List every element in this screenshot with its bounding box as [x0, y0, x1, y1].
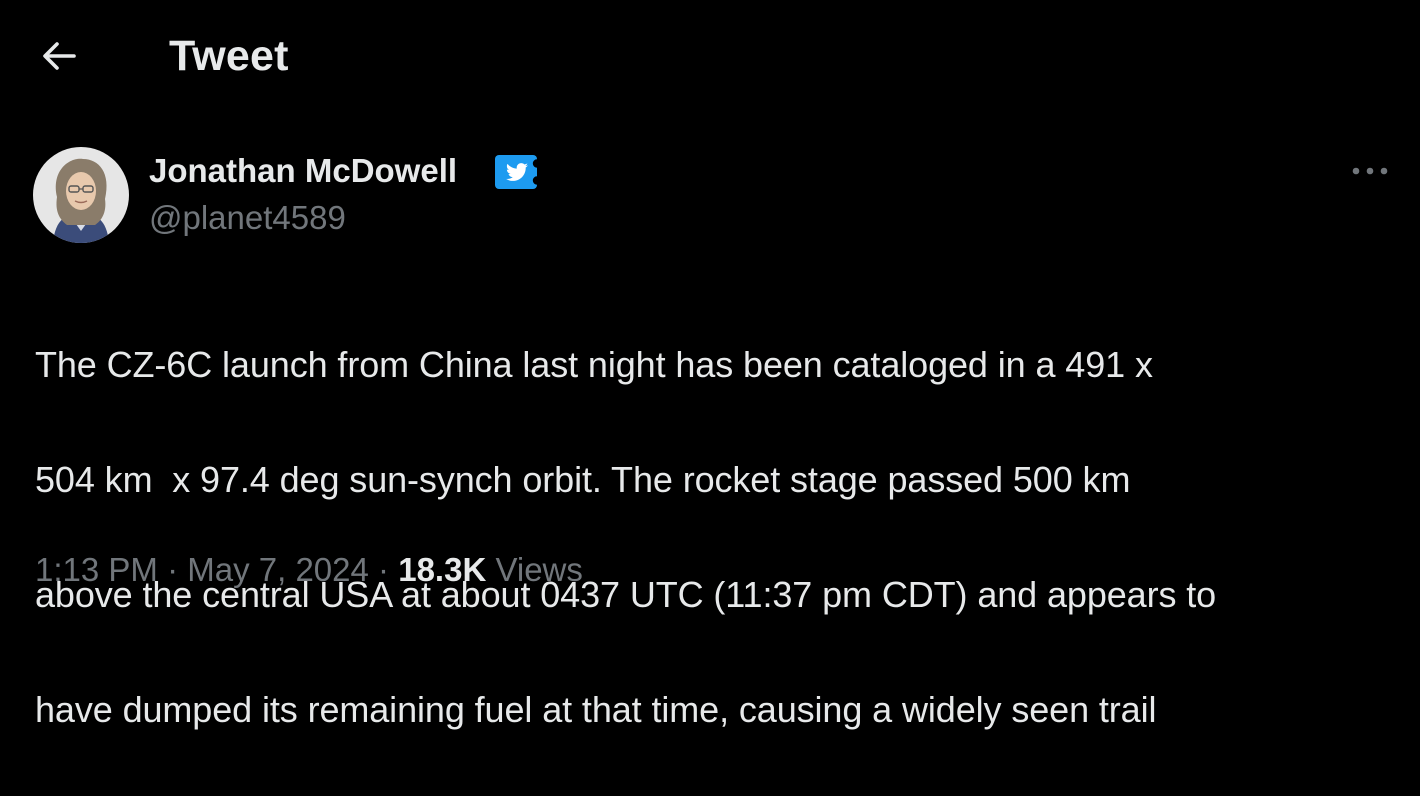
tweet-text: The CZ-6C launch from China last night h… [35, 278, 1405, 796]
author-display-name[interactable]: Jonathan McDowell [149, 150, 457, 192]
page-title: Tweet [169, 32, 289, 80]
back-button[interactable] [30, 30, 88, 82]
verified-badge[interactable] [495, 155, 542, 189]
tweet-time[interactable]: 1:13 PM [35, 551, 158, 588]
avatar-photo [33, 147, 129, 243]
views-label: Views [495, 551, 583, 588]
meta-separator: · [167, 551, 179, 588]
author-handle[interactable]: @planet4589 [149, 197, 346, 239]
tweet-date[interactable]: May 7, 2024 [187, 551, 369, 588]
tweet-text-line: The CZ-6C launch from China last night h… [35, 343, 1153, 385]
more-options-button[interactable] [1348, 152, 1392, 190]
avatar[interactable] [33, 147, 129, 243]
arrow-left-icon [43, 42, 76, 70]
tweet-text-line: 504 km x 97.4 deg sun-synch orbit. The r… [35, 458, 1131, 500]
header-bar: Tweet [0, 0, 1420, 112]
tweet-text-line: have dumped its remaining fuel at that t… [35, 688, 1157, 730]
views-count[interactable]: 18.3K [398, 551, 486, 588]
twitter-verified-icon [495, 155, 542, 189]
more-horizontal-icon [1352, 167, 1388, 175]
tweet-metadata: 1:13 PM · May 7, 2024 · 18.3K Views [35, 549, 583, 591]
meta-separator: · [378, 551, 390, 588]
